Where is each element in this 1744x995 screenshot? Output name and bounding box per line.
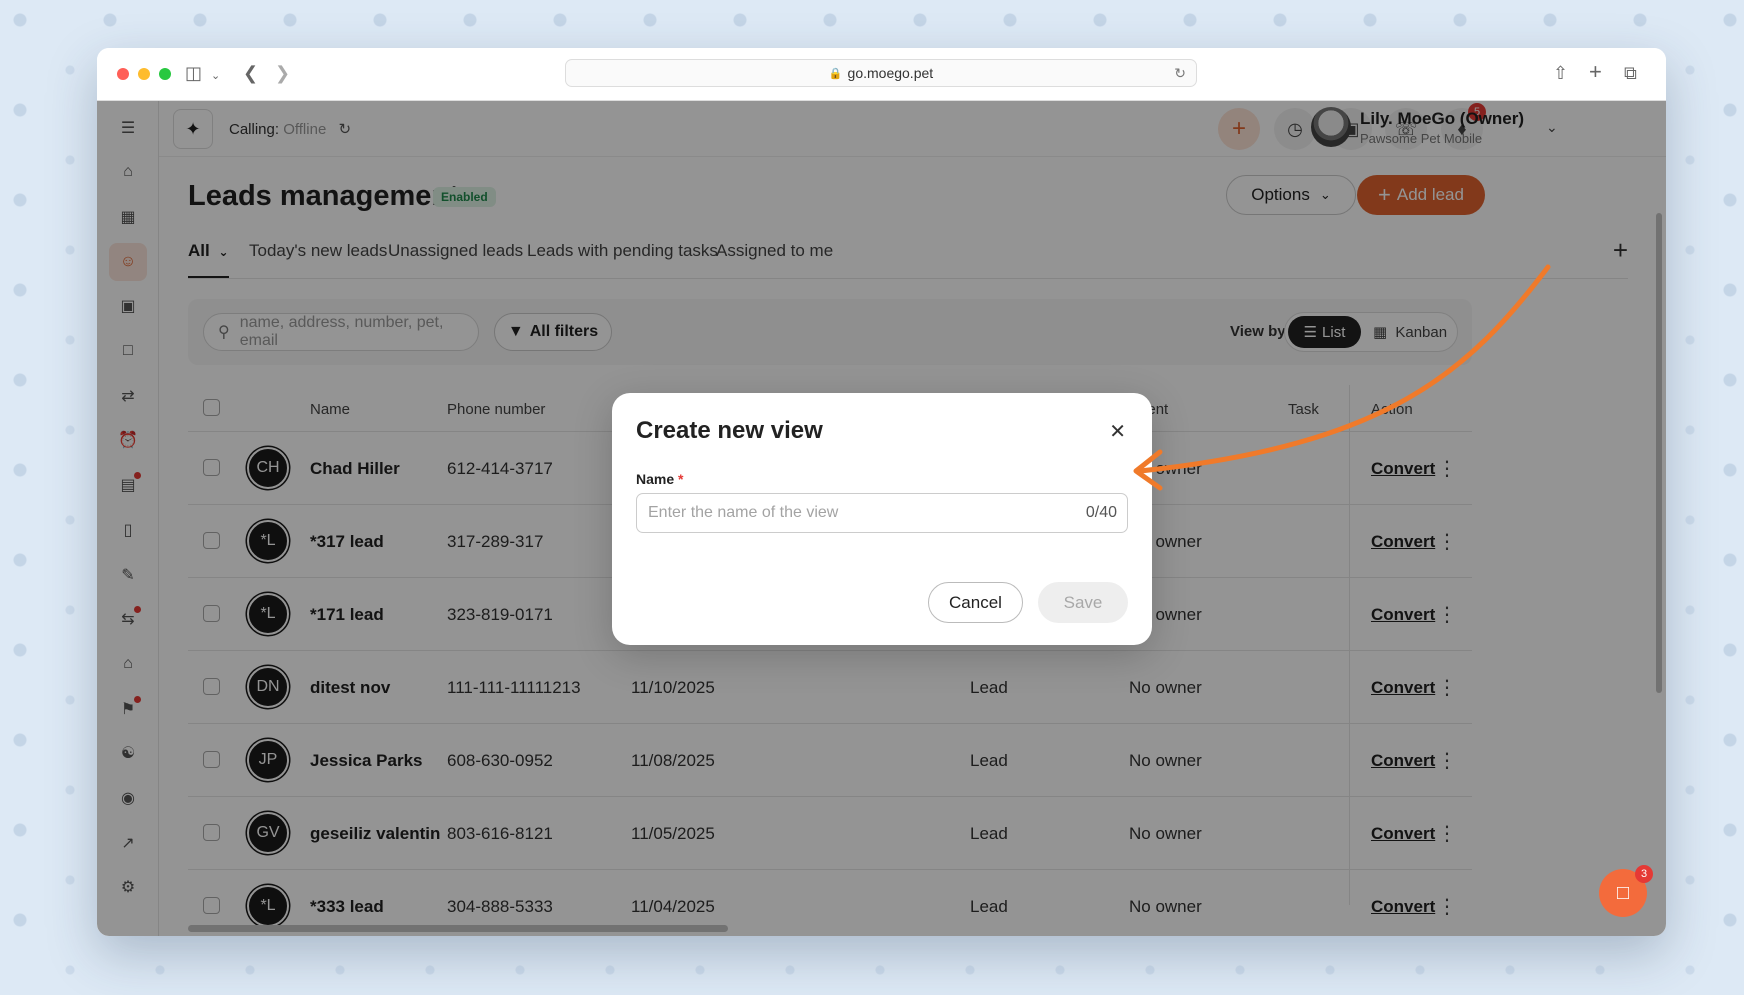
dialog-title: Create new view	[636, 417, 823, 444]
view-name-input[interactable]	[636, 493, 1128, 533]
maximize-window-button[interactable]	[159, 68, 171, 80]
close-window-button[interactable]	[117, 68, 129, 80]
forward-arrow-icon[interactable]: ❯	[275, 63, 290, 84]
back-arrow-icon[interactable]: ❮	[243, 63, 258, 84]
cancel-button[interactable]: Cancel	[928, 582, 1023, 623]
lock-icon: 🔒	[828, 67, 843, 80]
create-view-dialog: Create new view ✕ Name * 0/40 Cancel Sav…	[612, 393, 1152, 645]
reload-icon[interactable]: ↻	[1174, 65, 1186, 82]
window-controls	[117, 68, 171, 80]
chat-launcher-button[interactable]: □ 3	[1599, 865, 1653, 917]
name-label-text: Name	[636, 471, 675, 487]
minimize-window-button[interactable]	[138, 68, 150, 80]
sidebar-toggle-icon[interactable]: ◫	[185, 63, 202, 84]
character-count: 0/40	[1085, 504, 1117, 521]
save-button[interactable]: Save	[1038, 582, 1128, 623]
name-field-label: Name *	[636, 471, 683, 487]
address-bar[interactable]: 🔒 go.moego.pet ↻	[565, 59, 1197, 87]
url-text: go.moego.pet	[847, 65, 934, 81]
browser-toolbar: ◫ ⌄ ❮ ❯ 🔒 go.moego.pet ↻ ⇧ + ⧉	[97, 48, 1666, 101]
chat-icon: □	[1616, 881, 1630, 904]
close-icon[interactable]: ✕	[1109, 419, 1126, 444]
chevron-down-icon[interactable]: ⌄	[211, 69, 220, 82]
share-icon[interactable]: ⇧	[1553, 63, 1568, 84]
tab-overview-icon[interactable]: ⧉	[1624, 63, 1637, 84]
new-tab-icon[interactable]: +	[1589, 59, 1602, 85]
chat-badge: 3	[1635, 865, 1653, 883]
required-mark: *	[678, 471, 684, 487]
